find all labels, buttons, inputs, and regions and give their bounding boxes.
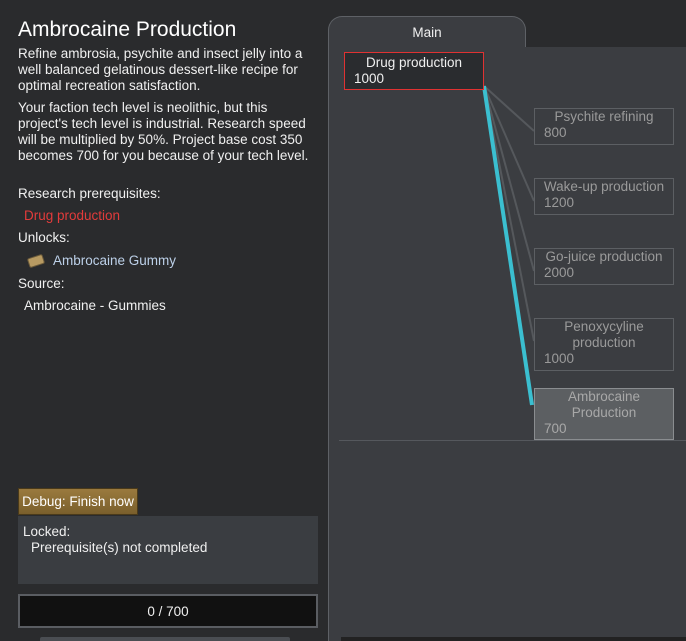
locked-reason: Prerequisite(s) not completed xyxy=(31,540,208,555)
prerequisites-label: Research prerequisites: xyxy=(18,186,161,201)
research-tree-pane: Main Drug production 1000 Psychite refin… xyxy=(328,16,686,641)
research-node-drug-production[interactable]: Drug production 1000 xyxy=(344,52,484,90)
tech-level-note: Your faction tech level is neolithic, bu… xyxy=(18,100,309,163)
unlock-item[interactable]: Ambrocaine Gummy xyxy=(26,253,177,268)
tree-divider xyxy=(339,440,686,441)
prerequisite-link[interactable]: Drug production xyxy=(24,208,120,223)
debug-finish-button[interactable]: Debug: Finish now xyxy=(18,488,138,515)
unlocks-label: Unlocks: xyxy=(18,230,70,245)
research-node-psychite-refining[interactable]: Psychite refining 800 xyxy=(534,108,674,145)
project-description: Refine ambrosia, psychite and insect jel… xyxy=(18,46,303,93)
project-title: Ambrocaine Production xyxy=(18,18,237,41)
source-label: Source: xyxy=(18,276,65,291)
research-node-wake-up-production[interactable]: Wake-up production 1200 xyxy=(534,178,674,215)
research-node-ambrocaine-production[interactable]: Ambrocaine Production 700 xyxy=(534,388,674,440)
tab-main[interactable]: Main xyxy=(328,16,526,47)
locked-status-box: Locked: Prerequisite(s) not completed xyxy=(18,516,318,584)
start-research-button-edge[interactable] xyxy=(40,637,290,641)
unlock-item-label: Ambrocaine Gummy xyxy=(53,253,177,268)
research-node-go-juice-production[interactable]: Go-juice production 2000 xyxy=(534,248,674,285)
progress-text: 0 / 700 xyxy=(147,603,189,619)
research-info-pane: Ambrocaine Production Refine ambrosia, p… xyxy=(0,0,328,641)
gummy-icon xyxy=(26,253,46,268)
tree-scrollbar[interactable] xyxy=(341,637,686,641)
source-value: Ambrocaine - Gummies xyxy=(24,298,166,313)
research-progress-bar: 0 / 700 xyxy=(18,594,318,628)
research-node-penoxycyline-production[interactable]: Penoxycyline production 1000 xyxy=(534,318,674,371)
locked-title: Locked: xyxy=(23,524,71,539)
